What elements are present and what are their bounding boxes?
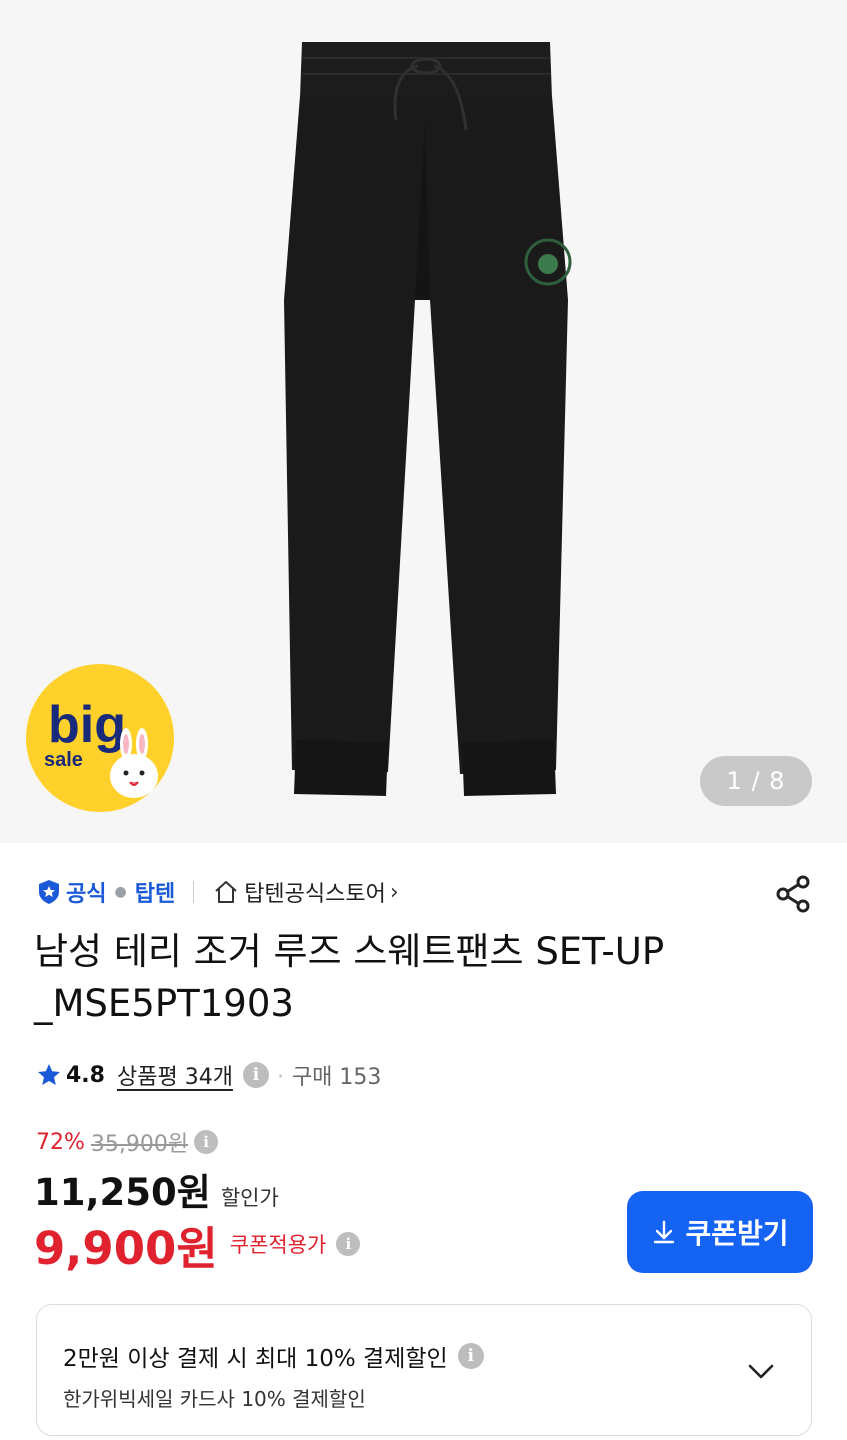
official-shield-icon [39,880,59,904]
brand-link[interactable]: 탑텐 [135,876,175,908]
dot-separator: · [276,1065,284,1090]
download-icon [654,1220,675,1244]
original-price: 35,900원 [90,1132,189,1157]
payment-discount-card[interactable]: 2만원 이상 결제 시 최대 10% 결제할인 i 한가위빅세일 카드사 10%… [36,1304,812,1436]
product-title: 남성 테리 조거 루즈 스웨트팬츠 SET-UP _MSE5PT1903 [34,930,665,1025]
home-icon [215,881,237,903]
star-icon [38,1064,60,1085]
rating-row: 4.8 상품평 34개 i · 구매 153 [36,1058,381,1092]
chevron-right-icon: › [389,879,399,905]
payment-discount-subtitle: 한가위빅세일 카드사 10% 결제할인 [63,1387,366,1411]
coupon-button-label: 쿠폰받기 [685,1217,789,1250]
coupon-price-row: 9,900원 쿠폰적용가 i [34,1214,361,1275]
discount-percent: 72% [36,1129,85,1155]
coupon-price: 9,900원 [34,1221,218,1275]
info-icon[interactable]: i [194,1130,219,1154]
payment-discount-text: 2만원 이상 결제 시 최대 10% 결제할인 [63,1346,448,1372]
chevron-down-icon[interactable] [745,1355,777,1387]
reviews-link[interactable]: 상품평 34개 [117,1059,233,1091]
official-label: 공식 [66,882,107,907]
purchase-count: · 구매 153 [277,1059,381,1091]
rating-score: 4.8 [66,1062,105,1088]
image-page-indicator: 1 / 8 [700,756,812,806]
coupon-download-button[interactable]: 쿠폰받기 [627,1191,813,1273]
big-label: big [48,696,126,754]
info-icon[interactable]: i [242,1062,269,1088]
divider [193,881,195,903]
sale-price-label: 할인가 [220,1186,279,1210]
store-name: 탑텐공식스토어 [244,882,386,907]
info-icon[interactable]: i [336,1232,361,1256]
big-sale-badge: big sale [22,658,178,818]
discount-row: 72% 35,900원 i [36,1126,219,1158]
sale-price-row: 11,250원 할인가 [34,1162,279,1214]
purchase-count-label: 구매 153 [291,1065,382,1090]
coupon-price-label: 쿠폰적용가 [229,1233,327,1257]
store-link[interactable]: 탑텐공식스토어 › [212,876,399,908]
sale-label: sale [44,749,83,771]
dot-separator: ● [114,884,127,900]
payment-discount-title: 2만원 이상 결제 시 최대 10% 결제할인 i [63,1339,484,1373]
sale-price: 11,250원 [34,1171,211,1214]
share-icon[interactable] [772,872,816,916]
info-icon[interactable]: i [457,1343,484,1369]
store-info-row: 공식 ● 탑텐 탑텐공식스토어 › [36,872,816,912]
